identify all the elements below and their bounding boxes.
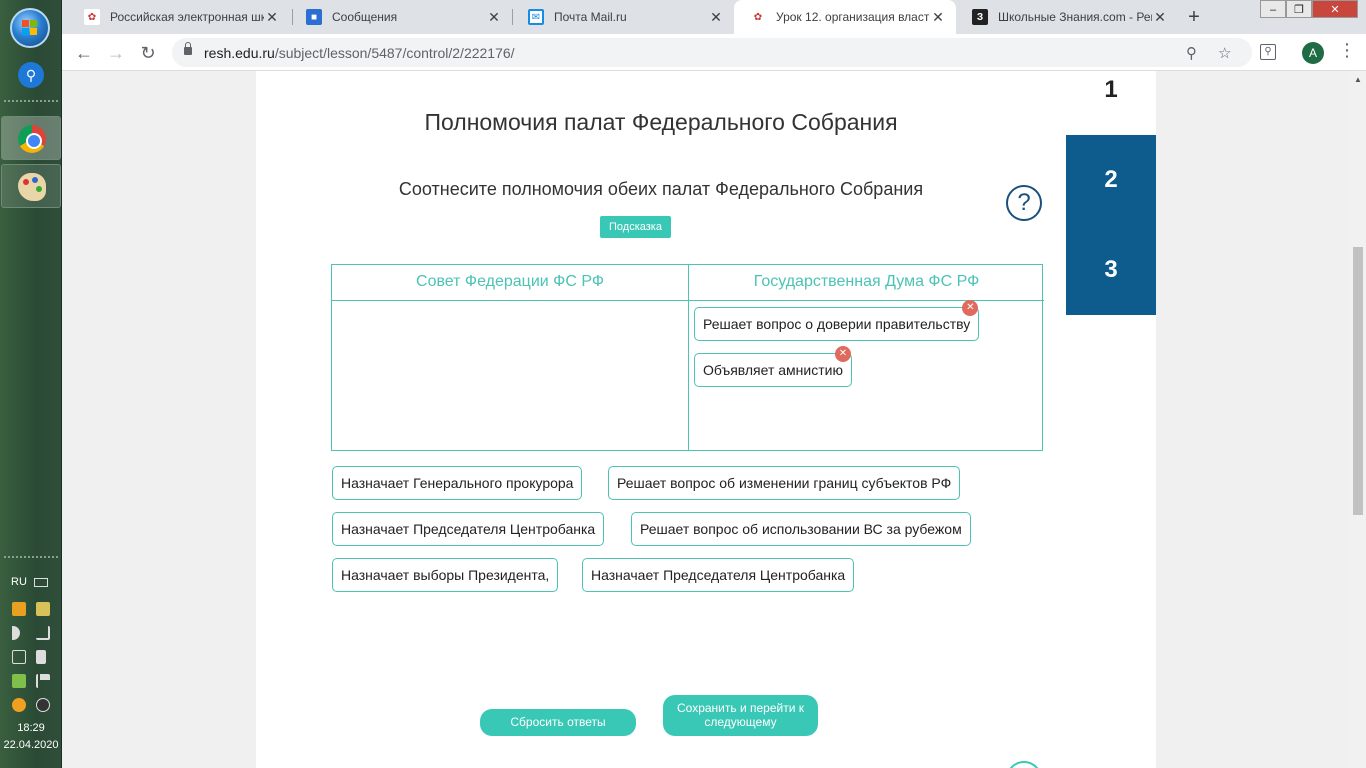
volume-icon[interactable] (12, 626, 20, 640)
help-icon[interactable]: ? (1006, 185, 1042, 221)
tray-app-icon[interactable] (36, 602, 50, 616)
save-next-button[interactable]: Сохранить и перейти к следующему (663, 695, 818, 736)
browser-tab-active[interactable]: ✿ Урок 12. организация власти и ✕ (734, 0, 956, 34)
browser-tab[interactable]: З Школьные Знания.com - Решайте ✕ (956, 0, 1178, 34)
step-2[interactable]: 2 (1066, 135, 1156, 225)
page-viewport: Полномочия палат Федерального Собрания С… (62, 71, 1350, 768)
profile-avatar[interactable]: A (1302, 42, 1324, 64)
tab-title: Урок 12. организация власти и (776, 10, 930, 24)
close-icon[interactable]: ✕ (708, 9, 724, 26)
answer-chip[interactable]: Назначает Генерального прокурора (332, 466, 583, 500)
browser-tab[interactable]: ✿ Российская электронная школа ✕ (68, 0, 290, 34)
answer-chip[interactable]: Назначает Председателя Центробанка (332, 512, 605, 546)
answer-chip[interactable]: Назначает Председателя Центробанка (582, 558, 855, 592)
address-bar[interactable]: resh.edu.ru/subject/lesson/5487/control/… (172, 38, 1252, 67)
search-icon[interactable]: ⚲ (18, 62, 44, 88)
tab-title: Российская электронная школа (110, 10, 264, 24)
language-indicator[interactable]: RU (11, 576, 27, 588)
back-button[interactable]: ← (71, 40, 97, 66)
clock[interactable]: 18:29 22.04.2020 (0, 720, 62, 754)
chat-icon: ■ (306, 9, 322, 25)
close-icon[interactable]: ✕ (1152, 9, 1168, 26)
tray-app-icon[interactable] (36, 698, 50, 712)
clock-time: 18:29 (17, 722, 45, 734)
tray-app-icon[interactable] (12, 698, 26, 712)
column-header: Совет Федерации ФС РФ (332, 265, 688, 301)
windows-logo-icon (22, 20, 38, 36)
minimize-button[interactable]: – (1260, 0, 1286, 18)
browser-tab[interactable]: ■ Сообщения ✕ (290, 0, 512, 34)
tab-title: Сообщения (332, 10, 398, 24)
column-header: Государственная Дума ФС РФ (689, 265, 1044, 301)
extension-icon[interactable]: ⚲ (1260, 44, 1276, 60)
keyboard-icon[interactable] (34, 578, 48, 587)
lesson-title: Полномочия палат Федерального Собрания (424, 109, 898, 135)
placed-answer-chip[interactable]: Объявляет амнистию ✕ (694, 346, 852, 387)
scroll-up-arrow-icon[interactable]: ▲ (1354, 75, 1362, 84)
url-host: resh.edu.ru (204, 45, 275, 61)
lesson-card: Полномочия палат Федерального Собрания С… (256, 71, 1156, 768)
bottom-circle-icon (1006, 761, 1042, 768)
reset-answers-button[interactable]: Сбросить ответы (480, 709, 636, 736)
page-scrollbar[interactable]: ▲ (1350, 71, 1366, 768)
remove-icon[interactable]: ✕ (834, 346, 851, 362)
answer-chip[interactable]: Решает вопрос об использовании ВС за руб… (631, 512, 971, 546)
forward-button[interactable]: → (103, 40, 129, 66)
drop-column-state-duma[interactable]: Государственная Дума ФС РФ Решает вопрос… (688, 265, 1044, 450)
network-icon[interactable] (36, 626, 50, 640)
mail-icon: ✉ (528, 9, 544, 25)
close-icon[interactable]: ✕ (486, 9, 502, 26)
placed-answer-chip[interactable]: Решает вопрос о доверии правительству ✕ (694, 300, 980, 341)
action-center-flag-icon[interactable] (36, 674, 50, 688)
resh-logo-icon: ✿ (750, 9, 766, 25)
taskbar-grip (4, 556, 58, 562)
drop-column-federation-council[interactable]: Совет Федерации ФС РФ (332, 265, 688, 450)
scroll-thumb[interactable] (1353, 247, 1363, 515)
tray-app-icon[interactable] (12, 602, 26, 616)
task-steps: 1 2 3 (1066, 71, 1156, 315)
url-path: /subject/lesson/5487/control/2/222176/ (274, 45, 515, 61)
reload-button[interactable]: ↻ (135, 40, 161, 66)
display-icon[interactable] (12, 650, 26, 664)
tab-title: Почта Mail.ru (554, 10, 627, 24)
clock-date: 22.04.2020 (3, 739, 59, 751)
close-icon[interactable]: ✕ (264, 9, 280, 26)
answer-chip[interactable]: Решает вопрос об изменении границ субъек… (608, 466, 961, 500)
power-icon[interactable] (36, 650, 46, 664)
chip-label: Решает вопрос о доверии правительству (703, 316, 971, 332)
task-title: Соотнесите полномочия обеих палат Федера… (398, 179, 924, 199)
paint-icon (18, 173, 46, 201)
resh-logo-icon: ✿ (84, 9, 100, 25)
taskbar-grip (4, 100, 58, 106)
step-1[interactable]: 1 (1066, 71, 1156, 135)
remove-icon[interactable]: ✕ (962, 300, 979, 316)
znanija-icon: З (972, 9, 988, 25)
bookmark-star-icon[interactable]: ☆ (1218, 44, 1231, 62)
taskbar-chrome-button[interactable] (1, 116, 61, 160)
chip-label: Объявляет амнистию (703, 362, 843, 378)
maximize-button[interactable]: ❐ (1286, 0, 1312, 18)
start-button[interactable] (10, 8, 50, 48)
zoom-icon[interactable]: ⚲ (1186, 44, 1197, 62)
match-table: Совет Федерации ФС РФ Государственная Ду… (331, 264, 1044, 451)
close-icon[interactable]: ✕ (930, 9, 946, 26)
taskbar-paint-button[interactable] (1, 164, 61, 208)
browser-tab[interactable]: ✉ Почта Mail.ru ✕ (512, 0, 734, 34)
close-window-button[interactable]: ✕ (1312, 0, 1358, 18)
lock-icon[interactable] (184, 42, 192, 55)
menu-kebab-icon[interactable]: ⋮ (1338, 40, 1356, 61)
browser-tab-bar: ✿ Российская электронная школа ✕ ■ Сообщ… (62, 0, 1366, 34)
hint-button[interactable]: Подсказка (600, 216, 671, 238)
url-text[interactable]: resh.edu.ru/subject/lesson/5487/control/… (204, 45, 515, 61)
step-3[interactable]: 3 (1066, 225, 1156, 315)
browser-toolbar: ← → ↻ resh.edu.ru/subject/lesson/5487/co… (62, 34, 1366, 71)
tab-title: Школьные Знания.com - Решайте (998, 10, 1152, 24)
new-tab-button[interactable]: + (1180, 4, 1208, 32)
nvidia-icon[interactable] (12, 674, 26, 688)
answer-chip[interactable]: Назначает выборы Президента, (332, 558, 559, 592)
chrome-icon (18, 125, 46, 153)
windows-taskbar: ⚲ RU 18:29 22.04.2020 (0, 0, 62, 768)
